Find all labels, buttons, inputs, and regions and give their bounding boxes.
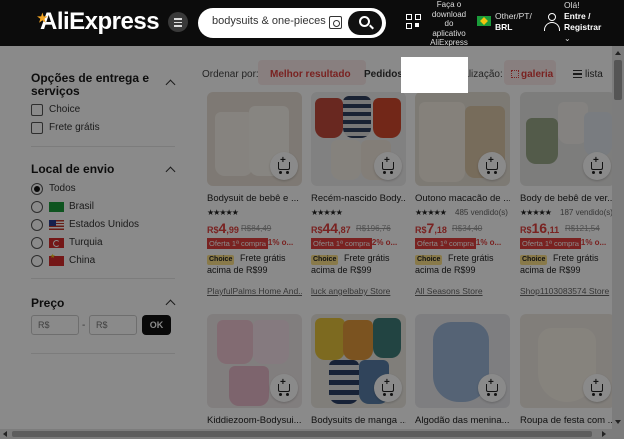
highlight-cutout bbox=[401, 57, 468, 93]
scroll-left-icon[interactable] bbox=[3, 431, 7, 437]
qr-code-icon[interactable] bbox=[406, 14, 422, 30]
account-menu[interactable]: Olá! Entre / Registrar ⌄ bbox=[564, 0, 624, 44]
logo-star-icon: ★ bbox=[37, 11, 48, 25]
dim-overlay bbox=[0, 46, 612, 429]
user-icon[interactable] bbox=[544, 13, 560, 31]
menu-icon[interactable] bbox=[168, 12, 188, 32]
scroll-right-icon[interactable] bbox=[602, 431, 606, 437]
scroll-down-icon[interactable] bbox=[615, 420, 621, 424]
greeting-text: Olá! bbox=[564, 0, 580, 10]
scroll-thumb[interactable] bbox=[614, 60, 622, 100]
vertical-scrollbar[interactable] bbox=[612, 46, 624, 429]
aliexpress-logo[interactable]: ★ AliExpress bbox=[37, 8, 160, 36]
search-button[interactable] bbox=[348, 11, 382, 35]
app-download-link[interactable]: Faça o download do aplicativo AliExpress bbox=[428, 0, 470, 48]
locale-selector[interactable]: Other/PT/ BRL bbox=[495, 11, 532, 33]
locale-currency: BRL bbox=[495, 22, 513, 32]
search-bar bbox=[198, 8, 386, 38]
chevron-down-icon: ⌄ bbox=[564, 34, 571, 43]
scroll-up-icon[interactable] bbox=[615, 51, 621, 55]
horizontal-scrollbar[interactable] bbox=[0, 429, 624, 439]
top-header: ★ AliExpress Faça o download do aplicati… bbox=[0, 0, 624, 48]
signin-link[interactable]: Entre / Registrar bbox=[564, 11, 624, 33]
search-input[interactable] bbox=[212, 15, 327, 27]
image-search-icon[interactable] bbox=[329, 16, 342, 29]
locale-language: Other/PT/ bbox=[495, 11, 532, 21]
brazil-flag-icon bbox=[477, 16, 491, 26]
hscroll-thumb[interactable] bbox=[12, 431, 592, 437]
